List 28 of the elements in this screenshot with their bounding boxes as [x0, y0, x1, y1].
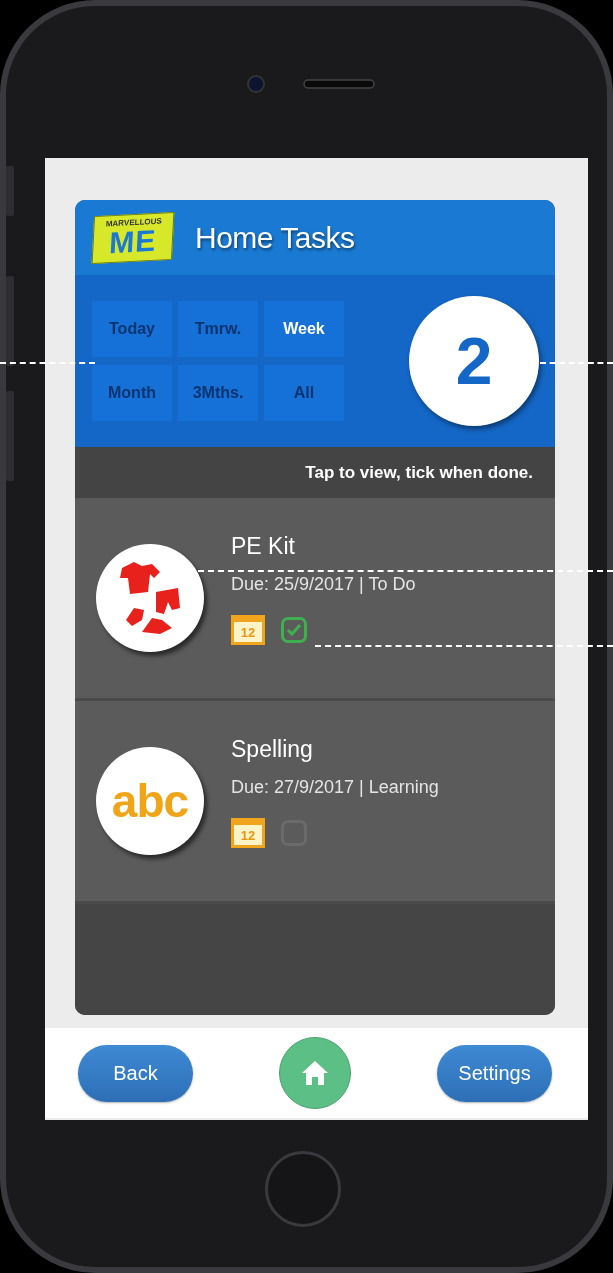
calendar-icon: 12 — [231, 818, 265, 848]
filter-tab[interactable]: Today — [92, 301, 172, 357]
back-button[interactable]: Back — [78, 1044, 193, 1102]
task-row[interactable]: abc Spelling Due: 27/9/2017 | Learning 12 — [75, 701, 555, 904]
filter-tab[interactable]: Week — [264, 301, 344, 357]
task-title: PE Kit — [231, 533, 296, 560]
filter-tab[interactable]: Month — [92, 365, 172, 421]
task-checkbox[interactable] — [281, 617, 307, 643]
camera-icon — [246, 75, 265, 93]
due-text: Due: 25/9/2017 | To Do — [231, 574, 416, 595]
calendar-icon: 12 — [231, 615, 265, 645]
home-icon — [300, 1059, 330, 1087]
hint-text: Tap to view, tick when done. — [305, 462, 533, 483]
settings-button[interactable]: Settings — [437, 1044, 552, 1102]
task-count: 2 — [409, 296, 539, 426]
filter-tab[interactable]: 3Mths. — [178, 365, 258, 421]
check-icon — [286, 623, 302, 637]
speaker-icon — [302, 79, 375, 89]
page-title: Home Tasks — [195, 220, 355, 255]
filter-tab[interactable]: Tmrw. — [178, 301, 258, 357]
logo-text: ME — [108, 225, 158, 258]
side-key — [6, 166, 14, 216]
task-row[interactable]: PE Kit Due: 25/9/2017 | To Do 12 — [75, 498, 555, 701]
logo-text: MARVELLOUS — [105, 217, 163, 228]
letters-picture: abc — [111, 774, 189, 828]
filter-tab[interactable]: All — [264, 365, 344, 421]
task-title: Spelling — [231, 736, 314, 763]
due-text: Due: 27/9/2017 | Learning — [231, 777, 439, 798]
